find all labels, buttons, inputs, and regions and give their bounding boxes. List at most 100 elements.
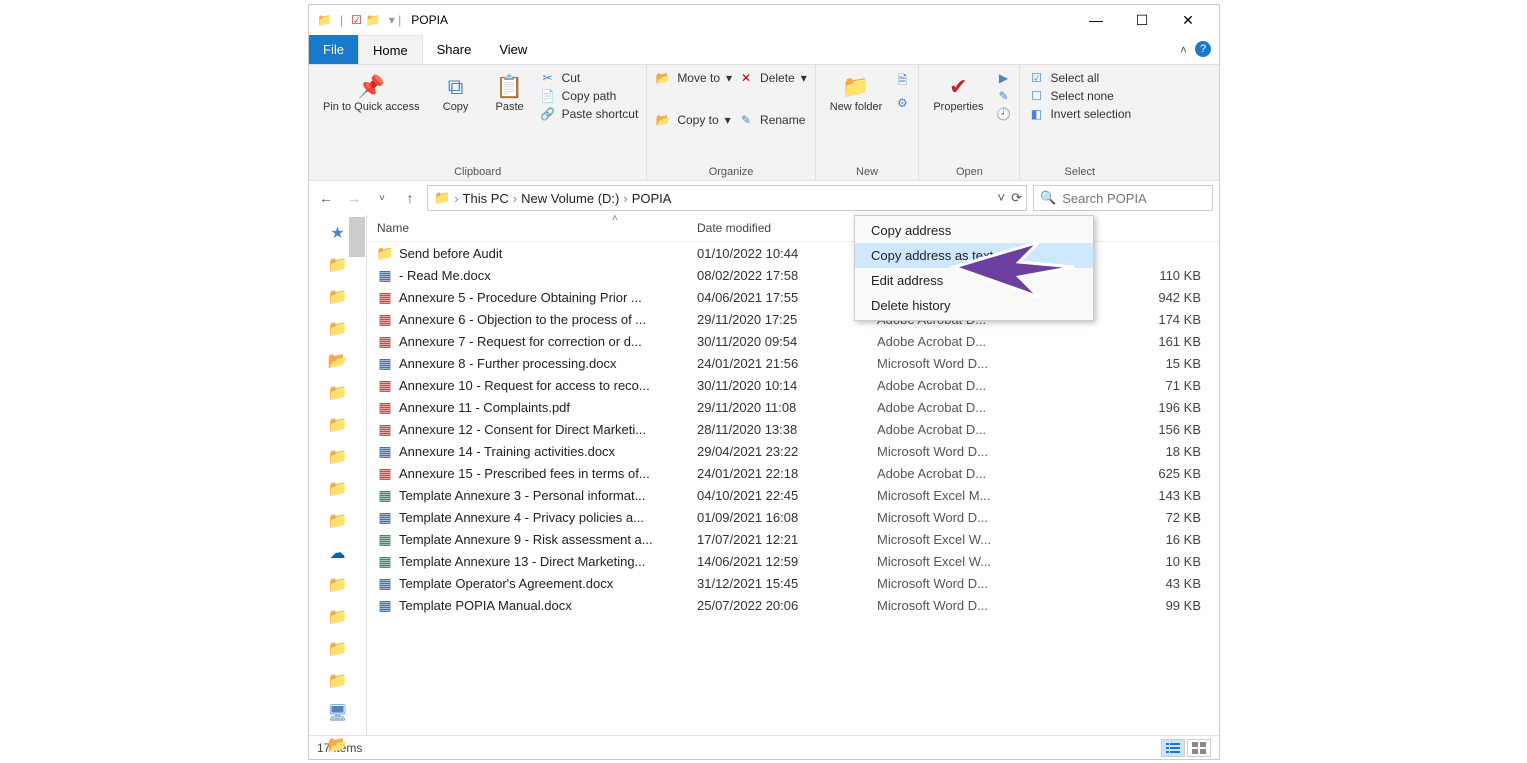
- tiles-view-button[interactable]: [1187, 739, 1211, 757]
- ctx-copy-address-text[interactable]: Copy address as text: [855, 243, 1093, 268]
- table-row[interactable]: ▦Annexure 14 - Training activities.docx2…: [367, 440, 1219, 462]
- file-date: 29/11/2020 11:08: [697, 400, 877, 415]
- forward-button[interactable]: →: [343, 190, 365, 206]
- cut-button[interactable]: ✂Cut: [540, 71, 639, 85]
- table-row[interactable]: ▦Template Operator's Agreement.docx31/12…: [367, 572, 1219, 594]
- file-date: 29/04/2021 23:22: [697, 444, 877, 459]
- group-label: Open: [927, 164, 1011, 178]
- file-size: 143 KB: [1047, 488, 1209, 503]
- tab-file[interactable]: File: [309, 35, 358, 64]
- new-folder-button[interactable]: 📁 New folder: [824, 69, 889, 118]
- folder-icon[interactable]: 📂: [328, 351, 348, 371]
- table-row[interactable]: ▦Annexure 15 - Prescribed fees in terms …: [367, 462, 1219, 484]
- tab-share[interactable]: Share: [423, 35, 486, 64]
- group-select: ☑Select all ☐Select none ◧Invert selecti…: [1020, 65, 1139, 180]
- onedrive-icon[interactable]: ☁: [330, 543, 346, 563]
- properties-button[interactable]: ✔ Properties: [927, 69, 989, 118]
- table-row[interactable]: ▦Annexure 12 - Consent for Direct Market…: [367, 418, 1219, 440]
- group-new: 📁 New folder 🗎 ⚙ New: [816, 65, 920, 180]
- this-pc-icon[interactable]: 🖥: [327, 703, 347, 723]
- refresh-icon[interactable]: ⟳: [1011, 190, 1022, 206]
- table-row[interactable]: ▦Template Annexure 4 - Privacy policies …: [367, 506, 1219, 528]
- details-view-button[interactable]: [1161, 739, 1185, 757]
- table-row[interactable]: ▦Annexure 11 - Complaints.pdf29/11/2020 …: [367, 396, 1219, 418]
- tab-view[interactable]: View: [485, 35, 541, 64]
- group-label: Select: [1028, 164, 1131, 178]
- search-input[interactable]: 🔍 Search POPIA: [1033, 185, 1213, 211]
- minimize-button[interactable]: —: [1073, 5, 1119, 35]
- folder-icon[interactable]: 📁: [328, 287, 348, 307]
- folder-icon[interactable]: 📁: [328, 607, 348, 627]
- folder-icon[interactable]: 📂: [328, 735, 348, 755]
- view-toggle: [1161, 739, 1211, 757]
- breadcrumb-root[interactable]: This PC: [463, 191, 509, 206]
- table-row[interactable]: ▦Template Annexure 3 - Personal informat…: [367, 484, 1219, 506]
- copy-path-button[interactable]: 📄Copy path: [540, 89, 639, 103]
- table-row[interactable]: ▦Template Annexure 13 - Direct Marketing…: [367, 550, 1219, 572]
- table-row[interactable]: ▦Annexure 7 - Request for correction or …: [367, 330, 1219, 352]
- excel-icon: ▦: [377, 531, 393, 547]
- history-button[interactable]: 🕘: [995, 107, 1011, 121]
- ribbon-collapse-icon[interactable]: ˄: [1180, 43, 1187, 57]
- table-row[interactable]: ▦Annexure 10 - Request for access to rec…: [367, 374, 1219, 396]
- delete-button[interactable]: ✕Delete ▾: [738, 71, 807, 85]
- folder-icon[interactable]: 📁: [328, 511, 348, 531]
- folder-icon[interactable]: 📁: [328, 319, 348, 339]
- copy-button[interactable]: ⧉ Copy: [432, 69, 480, 118]
- easy-access-button[interactable]: ⚙: [894, 96, 910, 110]
- column-name[interactable]: Name: [377, 221, 697, 235]
- group-label: Clipboard: [317, 164, 638, 178]
- tab-home[interactable]: Home: [358, 35, 423, 64]
- invert-selection-button[interactable]: ◧Invert selection: [1028, 107, 1131, 121]
- edit-button[interactable]: ✎: [995, 89, 1011, 103]
- table-row[interactable]: ▦Annexure 8 - Further processing.docx24/…: [367, 352, 1219, 374]
- quick-access-icon[interactable]: ★: [330, 223, 344, 243]
- pin-to-quick-access-button[interactable]: 📌 Pin to Quick access: [317, 69, 426, 118]
- breadcrumb-folder[interactable]: POPIA: [632, 191, 672, 206]
- up-button[interactable]: ↑: [399, 190, 421, 206]
- folder-icon[interactable]: 📁: [328, 479, 348, 499]
- file-size: 43 KB: [1047, 576, 1209, 591]
- back-button[interactable]: ←: [315, 190, 337, 206]
- folder-icon[interactable]: 📁: [328, 447, 348, 467]
- folder-icon[interactable]: 📁: [328, 575, 348, 595]
- open-button[interactable]: ▶: [995, 71, 1011, 85]
- navigation-pane[interactable]: ★ 📁 📁 📁 📂 📁 📁 📁 📁 📁 ☁ 📁 📁 📁 📁 🖥 📂: [309, 215, 367, 735]
- group-label: New: [824, 164, 911, 178]
- file-date: 04/06/2021 17:55: [697, 290, 877, 305]
- rename-button[interactable]: ✎Rename: [738, 113, 807, 127]
- move-to-button[interactable]: 📂Move to ▾: [655, 71, 732, 85]
- ctx-copy-address[interactable]: Copy address: [855, 218, 1093, 243]
- selectnone-icon: ☐: [1028, 89, 1044, 103]
- folder-icon[interactable]: 📁: [328, 671, 348, 691]
- file-type: Adobe Acrobat D...: [877, 466, 1047, 481]
- help-icon[interactable]: ?: [1195, 41, 1211, 57]
- dropdown-icon[interactable]: ˅: [998, 190, 1006, 206]
- select-none-button[interactable]: ☐Select none: [1028, 89, 1131, 103]
- select-all-button[interactable]: ☑Select all: [1028, 71, 1131, 85]
- window-title: POPIA: [411, 13, 448, 27]
- table-row[interactable]: ▦Template POPIA Manual.docx25/07/2022 20…: [367, 594, 1219, 616]
- file-date: 01/10/2022 10:44: [697, 246, 877, 261]
- ctx-delete-history[interactable]: Delete history: [855, 293, 1093, 318]
- paste-shortcut-button[interactable]: 🔗Paste shortcut: [540, 107, 639, 121]
- properties-icon[interactable]: ☑: [351, 13, 362, 27]
- recent-locations-button[interactable]: ˅: [371, 193, 393, 204]
- paste-button[interactable]: 📋 Paste: [486, 69, 534, 118]
- maximize-button[interactable]: ☐: [1119, 5, 1165, 35]
- folder-icon[interactable]: 📁: [328, 255, 348, 275]
- breadcrumb-bar[interactable]: 📁 › This PC › New Volume (D:) › POPIA ˅ …: [427, 185, 1027, 211]
- folder-icon[interactable]: 📁: [328, 383, 348, 403]
- table-row[interactable]: ▦Template Annexure 9 - Risk assessment a…: [367, 528, 1219, 550]
- ctx-edit-address[interactable]: Edit address: [855, 268, 1093, 293]
- column-date[interactable]: Date modified: [697, 221, 877, 235]
- new-item-button[interactable]: 🗎: [894, 71, 910, 92]
- folder-icon[interactable]: 📁: [328, 639, 348, 659]
- file-name: Annexure 11 - Complaints.pdf: [399, 400, 570, 415]
- folder-icon[interactable]: 📁: [328, 415, 348, 435]
- scrollbar-thumb[interactable]: [349, 217, 365, 257]
- copy-to-button[interactable]: 📂Copy to ▾: [655, 113, 732, 127]
- breadcrumb-drive[interactable]: New Volume (D:): [521, 191, 619, 206]
- file-date: 04/10/2021 22:45: [697, 488, 877, 503]
- close-button[interactable]: ✕: [1165, 5, 1211, 35]
